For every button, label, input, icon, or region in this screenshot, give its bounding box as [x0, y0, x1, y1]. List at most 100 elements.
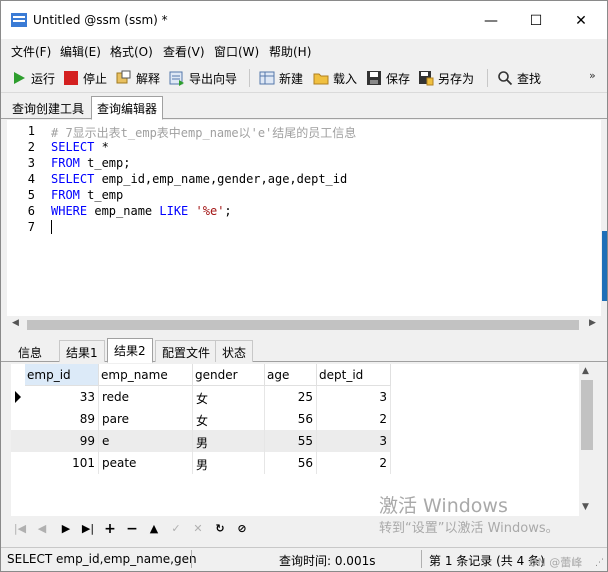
scroll-up-icon[interactable]: ▲ [582, 366, 589, 376]
cell-age[interactable]: 25 [265, 386, 317, 408]
cell-emp-name[interactable]: e [99, 430, 193, 452]
table-row[interactable]: 89 pare 女 56 2 [11, 408, 391, 430]
delete-record-icon[interactable]: − [123, 521, 141, 537]
menu-file[interactable]: 文件(F) [11, 43, 51, 60]
menu-bar: 文件(F) 编辑(E) 格式(O) 查看(V) 窗口(W) 帮助(H) [1, 39, 607, 61]
resize-grip-icon[interactable]: ⋰ [595, 558, 604, 568]
minimize-button[interactable]: — [471, 9, 511, 33]
scroll-down-icon[interactable]: ▼ [582, 502, 589, 512]
author-watermark: DN @蕾峰 [529, 556, 583, 569]
cell-gender[interactable]: 女 [193, 408, 265, 430]
scroll-left-icon[interactable]: ◀ [12, 318, 19, 328]
stop-button[interactable]: 停止 [63, 69, 107, 87]
cell-emp-name[interactable]: rede [99, 386, 193, 408]
tab-result1[interactable]: 结果1 [59, 340, 105, 362]
sql-editor[interactable]: 1 # 7显示出表t_emp表中emp_name以'e'结尾的员工信息 2 SE… [7, 120, 601, 316]
column-header[interactable]: dept_id [317, 364, 391, 386]
scroll-right-icon[interactable]: ▶ [589, 318, 596, 328]
load-button[interactable]: 载入 [313, 69, 357, 87]
status-query-time: 查询时间: 0.001s [279, 554, 376, 568]
cancel-icon[interactable]: ✕ [189, 521, 207, 537]
table-row[interactable]: 33 rede 女 25 3 [11, 386, 391, 408]
line-number: 3 [27, 156, 35, 170]
line-number: 4 [27, 172, 35, 186]
apply-changes-icon[interactable]: ▲ [145, 521, 163, 537]
menu-edit[interactable]: 编辑(E) [60, 43, 101, 60]
background-window-edge [602, 231, 607, 301]
title-bar: Untitled @ssm (ssm) * — ☐ ✕ [1, 1, 607, 39]
cell-dept-id[interactable]: 2 [317, 452, 391, 474]
stop-refresh-icon[interactable]: ⊘ [233, 521, 251, 537]
run-button[interactable]: 运行 [11, 69, 55, 87]
cell-emp-id[interactable]: 33 [25, 386, 99, 408]
tab-query-editor[interactable]: 查询编辑器 [91, 96, 164, 120]
tab-info[interactable]: 信息 [11, 340, 49, 362]
toolbar-overflow-icon[interactable]: » [589, 69, 596, 82]
scrollbar-thumb[interactable] [581, 380, 593, 450]
column-header[interactable]: emp_id [25, 364, 99, 386]
tab-result2[interactable]: 结果2 [107, 338, 153, 363]
sql-keyword: SELECT [51, 172, 95, 186]
cell-age[interactable]: 56 [265, 408, 317, 430]
sql-keyword: WHERE [51, 204, 88, 218]
editor-horizontal-scrollbar[interactable]: ◀ ▶ [7, 317, 601, 333]
status-record-count: 第 1 条记录 (共 4 条) [429, 554, 545, 568]
export-wizard-button[interactable]: 导出向导 [169, 69, 237, 87]
line-number: 2 [27, 140, 35, 154]
prev-record-icon[interactable]: ◀ [33, 521, 51, 537]
cell-dept-id[interactable]: 3 [317, 430, 391, 452]
menu-view[interactable]: 查看(V) [163, 43, 205, 60]
toolbar-separator [249, 69, 250, 87]
cell-gender[interactable]: 女 [193, 386, 265, 408]
cell-dept-id[interactable]: 2 [317, 408, 391, 430]
first-record-icon[interactable]: |◀ [11, 521, 29, 537]
menu-help[interactable]: 帮助(H) [269, 43, 311, 60]
cell-age[interactable]: 56 [265, 452, 317, 474]
next-record-icon[interactable]: ▶ [57, 521, 75, 537]
cell-age[interactable]: 55 [265, 430, 317, 452]
save-as-icon [419, 71, 434, 86]
code-text: emp_name [87, 204, 160, 218]
refresh-icon[interactable]: ↻ [211, 521, 229, 537]
table-row[interactable]: 99 e 男 55 3 [11, 430, 391, 452]
menu-window[interactable]: 窗口(W) [214, 43, 259, 60]
tab-status[interactable]: 状态 [215, 340, 254, 362]
menu-format[interactable]: 格式(O) [110, 43, 153, 60]
find-button[interactable]: 查找 [497, 69, 541, 87]
tab-query-builder[interactable]: 查询创建工具 [7, 97, 89, 119]
code-text: t_emp; [79, 156, 131, 170]
table-row[interactable]: 101 peate 男 56 2 [11, 452, 391, 474]
cell-gender[interactable]: 男 [193, 452, 265, 474]
editor-tabs: 查询创建工具 查询编辑器 [1, 95, 607, 120]
line-number: 1 [27, 124, 35, 138]
record-navigator: |◀ ◀ ▶ ▶| + − ▲ ✓ ✕ ↻ ⊘ [11, 519, 381, 539]
toolbar: 运行 停止 解释 导出向导 新建 载入 保存 另存为 查找 » [1, 63, 607, 93]
scrollbar-thumb[interactable] [27, 320, 579, 330]
confirm-icon[interactable]: ✓ [167, 521, 185, 537]
grid-vertical-scrollbar[interactable]: ▲ ▼ [579, 364, 595, 516]
cell-emp-id[interactable]: 99 [25, 430, 99, 452]
cell-emp-id[interactable]: 101 [25, 452, 99, 474]
status-divider [191, 550, 192, 568]
cell-emp-id[interactable]: 89 [25, 408, 99, 430]
status-sql-preview: SELECT emp_id,emp_name,gen [7, 552, 197, 566]
tab-profile[interactable]: 配置文件 [155, 340, 218, 362]
save-as-button[interactable]: 另存为 [418, 69, 474, 87]
maximize-button[interactable]: ☐ [516, 9, 556, 33]
explain-button[interactable]: 解释 [116, 69, 160, 87]
code-line: FROM t_emp; [51, 156, 130, 170]
cell-dept-id[interactable]: 3 [317, 386, 391, 408]
save-button[interactable]: 保存 [366, 69, 410, 87]
close-button[interactable]: ✕ [561, 9, 601, 33]
new-button[interactable]: 新建 [259, 69, 303, 87]
column-header[interactable]: gender [193, 364, 265, 386]
last-record-icon[interactable]: ▶| [79, 521, 97, 537]
cell-emp-name[interactable]: pare [99, 408, 193, 430]
code-line: FROM t_emp [51, 188, 123, 202]
column-header[interactable]: emp_name [99, 364, 193, 386]
add-record-icon[interactable]: + [101, 521, 119, 537]
column-header[interactable]: age [265, 364, 317, 386]
cell-gender[interactable]: 男 [193, 430, 265, 452]
cell-emp-name[interactable]: peate [99, 452, 193, 474]
